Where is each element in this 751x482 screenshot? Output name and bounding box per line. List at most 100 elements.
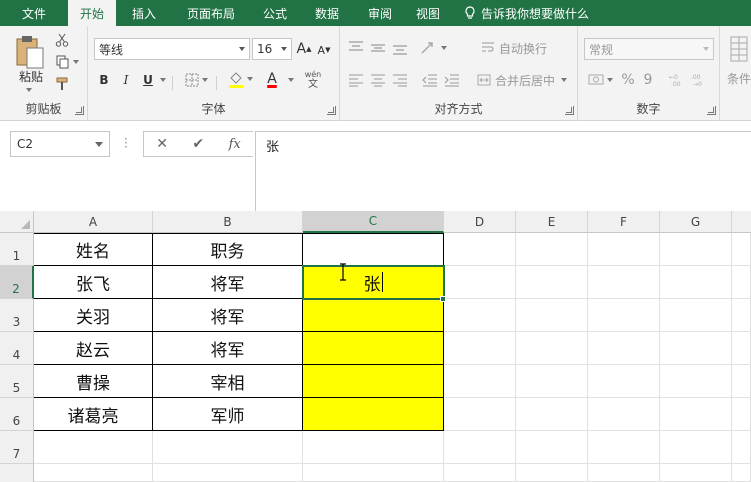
cell-e4[interactable] [516, 332, 588, 365]
cell-e2[interactable] [516, 266, 588, 299]
clipboard-launcher-icon[interactable] [75, 106, 84, 115]
cell-f7[interactable] [588, 431, 660, 464]
cell-f3[interactable] [588, 299, 660, 332]
cell-e1[interactable] [516, 233, 588, 266]
decrease-indent-icon[interactable] [420, 70, 440, 90]
merge-center-button[interactable]: 合并后居中 [474, 70, 570, 90]
tab-review[interactable]: 审阅 [354, 0, 406, 26]
cancel-icon[interactable]: ✕ [156, 136, 168, 152]
row-header-3[interactable]: 3 [0, 299, 34, 332]
insert-function-icon[interactable]: fx [229, 137, 241, 152]
cell-b8[interactable] [153, 464, 303, 482]
align-top-icon[interactable] [346, 38, 366, 58]
cell-d6[interactable] [444, 398, 516, 431]
cell-a6[interactable]: 诸葛亮 [34, 398, 153, 431]
shrink-font-icon[interactable]: A ▼ [316, 41, 332, 59]
cell-d1[interactable] [444, 233, 516, 266]
align-left-icon[interactable] [346, 70, 366, 90]
phonetic-button[interactable]: wén 文 [300, 68, 326, 92]
font-color-button[interactable]: A [258, 68, 286, 90]
column-header-g[interactable]: G [660, 211, 732, 233]
cell-c2[interactable]: 张 [303, 266, 444, 299]
cell-g7[interactable] [660, 431, 732, 464]
cell-a8[interactable] [34, 464, 153, 482]
cell-b7[interactable] [153, 431, 303, 464]
cell-g8[interactable] [660, 464, 732, 482]
column-header-f[interactable]: F [588, 211, 660, 233]
column-header-c[interactable]: C [303, 211, 444, 233]
cell-b5[interactable]: 宰相 [153, 365, 303, 398]
row-header-8[interactable] [0, 464, 34, 482]
cell-d4[interactable] [444, 332, 516, 365]
cut-icon[interactable] [54, 32, 70, 48]
orientation-button[interactable] [418, 38, 448, 58]
cell-e3[interactable] [516, 299, 588, 332]
cell-d2[interactable] [444, 266, 516, 299]
font-color-dropdown-icon[interactable] [284, 70, 294, 90]
cell-b3[interactable]: 将军 [153, 299, 303, 332]
align-center-icon[interactable] [368, 70, 388, 90]
cell-h5[interactable] [732, 365, 751, 398]
fill-handle[interactable] [440, 296, 446, 302]
accounting-format-button[interactable] [584, 70, 616, 90]
grow-font-icon[interactable]: A ▲ [296, 40, 312, 58]
percent-button[interactable]: % [620, 70, 636, 90]
cell-g1[interactable] [660, 233, 732, 266]
copy-icon[interactable] [54, 54, 80, 70]
comma-style-button[interactable]: 9 [640, 70, 656, 90]
column-header-d[interactable]: D [444, 211, 516, 233]
alignment-launcher-icon[interactable] [565, 106, 574, 115]
number-launcher-icon[interactable] [707, 106, 716, 115]
row-header-5[interactable]: 5 [0, 365, 34, 398]
formula-bar-grip[interactable]: · · · [124, 133, 128, 153]
cell-d7[interactable] [444, 431, 516, 464]
align-right-icon[interactable] [390, 70, 410, 90]
paste-button[interactable] [12, 32, 48, 72]
tab-view[interactable]: 视图 [406, 0, 450, 26]
cell-b2[interactable]: 将军 [153, 266, 303, 299]
cell-f8[interactable] [588, 464, 660, 482]
cell-f4[interactable] [588, 332, 660, 365]
underline-button[interactable]: U [140, 70, 156, 90]
row-header-2[interactable]: 2 [0, 266, 34, 299]
cell-f1[interactable] [588, 233, 660, 266]
font-size-dropdown[interactable]: 16 [252, 38, 292, 60]
cell-f5[interactable] [588, 365, 660, 398]
row-header-1[interactable]: 1 [0, 233, 34, 266]
tell-me-box[interactable]: 告诉我你想要做什么 [464, 0, 589, 26]
underline-dropdown-icon[interactable] [156, 70, 166, 90]
cell-c1[interactable] [303, 233, 444, 266]
cell-b1[interactable]: 职务 [153, 233, 303, 266]
tab-data[interactable]: 数据 [300, 0, 354, 26]
increase-decimal-icon[interactable]: ←0.00 [668, 70, 688, 90]
bold-button[interactable]: B [96, 70, 112, 90]
decrease-decimal-icon[interactable]: .00 →0 [690, 70, 710, 90]
cell-c6[interactable] [303, 398, 444, 431]
cell-e6[interactable] [516, 398, 588, 431]
number-format-dropdown[interactable]: 常规 [584, 38, 714, 60]
cell-c7[interactable] [303, 431, 444, 464]
cell-g4[interactable] [660, 332, 732, 365]
cell-a3[interactable]: 关羽 [34, 299, 153, 332]
cell-h3[interactable] [732, 299, 751, 332]
increase-indent-icon[interactable] [442, 70, 462, 90]
cell-a7[interactable] [34, 431, 153, 464]
cell-h8[interactable] [732, 464, 751, 482]
wrap-text-button[interactable]: 自动换行 [474, 38, 554, 58]
tab-file[interactable]: 文件 [0, 0, 68, 26]
cell-h2[interactable] [732, 266, 751, 299]
borders-button[interactable] [182, 70, 210, 90]
cell-a2[interactable]: 张飞 [34, 266, 153, 299]
font-launcher-icon[interactable] [327, 106, 336, 115]
cell-e7[interactable] [516, 431, 588, 464]
cell-h6[interactable] [732, 398, 751, 431]
column-header-h[interactable] [732, 211, 751, 233]
name-box[interactable]: C2 [10, 131, 110, 157]
tab-insert[interactable]: 插入 [116, 0, 172, 26]
cell-d3[interactable] [444, 299, 516, 332]
font-name-dropdown[interactable]: 等线 [94, 38, 250, 60]
cell-d8[interactable] [444, 464, 516, 482]
formula-input[interactable]: 张 [255, 131, 751, 212]
cell-h4[interactable] [732, 332, 751, 365]
row-header-7[interactable]: 7 [0, 431, 34, 464]
